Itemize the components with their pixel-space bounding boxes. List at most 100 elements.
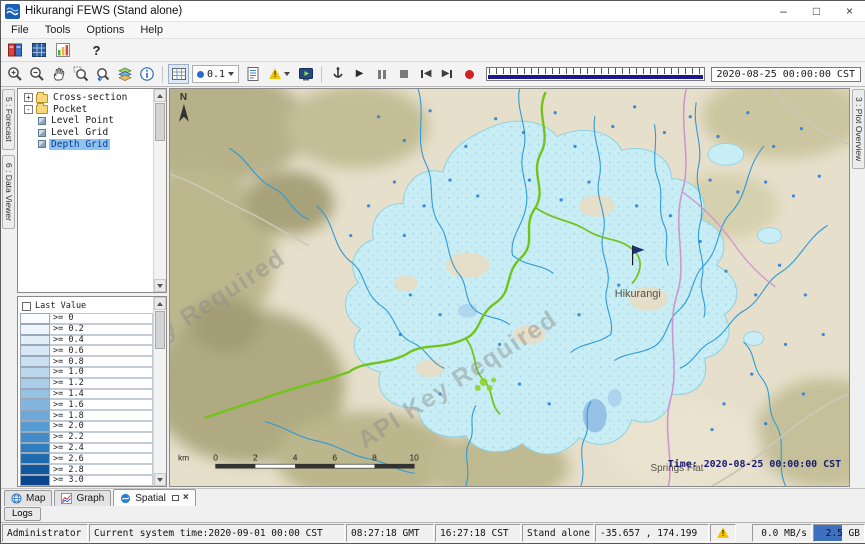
tree-expander[interactable]: +: [24, 93, 33, 102]
scroll-up-button[interactable]: [154, 297, 166, 310]
warning-dropdown[interactable]: !: [264, 64, 294, 84]
tree-item-label: Depth Grid: [49, 139, 110, 150]
menu-file[interactable]: File: [3, 23, 37, 37]
svg-text:10: 10: [410, 452, 420, 462]
legend-scrollbar[interactable]: [153, 297, 166, 486]
svg-text:N: N: [180, 92, 187, 103]
chevron-down-icon: [228, 72, 234, 76]
record-button[interactable]: [459, 64, 480, 84]
jump-to-time-button[interactable]: [327, 64, 348, 84]
tab-map[interactable]: Map: [4, 490, 52, 506]
float-tab-button[interactable]: [172, 495, 179, 501]
tree-expander[interactable]: -: [24, 105, 33, 114]
tab-spatial[interactable]: Spatial×: [113, 489, 195, 506]
window-controls: – □ ×: [767, 1, 865, 21]
legend-entry: >= 0.2: [20, 324, 153, 335]
logs-button[interactable]: Logs: [4, 507, 41, 521]
scroll-down-button[interactable]: [154, 473, 166, 486]
close-button[interactable]: ×: [833, 1, 865, 21]
legend-label: >= 1.4: [50, 389, 153, 400]
tree-item-pocket[interactable]: -Pocket: [21, 104, 153, 116]
timeline-slider[interactable]: [486, 67, 704, 81]
main-area: 5 : Forecast 6 : Data Viewer + Cross-secti…: [1, 87, 865, 488]
last-value-checkbox[interactable]: [22, 302, 31, 311]
scrollbar-track[interactable]: [154, 310, 166, 473]
tree-item-level-grid[interactable]: Level Grid: [21, 127, 153, 139]
legend-label: >= 0.2: [50, 324, 153, 335]
scrollbar-thumb[interactable]: [155, 311, 165, 349]
database-icon[interactable]: [4, 40, 25, 60]
step-forward-button[interactable]: ▶: [437, 64, 458, 84]
map-time-label: Time: 2020-08-25 00:00:00 CST: [668, 458, 841, 470]
scroll-down-button[interactable]: [154, 279, 166, 292]
animation-export-button[interactable]: [295, 64, 316, 84]
minimize-button[interactable]: –: [767, 1, 800, 21]
map-canvas[interactable]: Hikurangi Springs Flat API Key Required …: [170, 89, 849, 486]
menu-tools[interactable]: Tools: [37, 23, 79, 37]
spatial-icon: [120, 493, 131, 504]
tree-item-label: Cross-section: [51, 92, 129, 103]
legend-swatch: [20, 421, 50, 432]
folder-icon: [36, 105, 48, 114]
tree-item-level-point[interactable]: Level Point: [21, 115, 153, 127]
app-window: Hikurangi FEWS (Stand alone) – □ × FileT…: [0, 0, 865, 544]
tree-item-depth-grid[interactable]: Depth Grid: [21, 138, 153, 150]
status-warning-icon: !: [716, 527, 730, 539]
grid-data-icon[interactable]: [28, 40, 49, 60]
layers-button[interactable]: [114, 64, 135, 84]
scroll-up-button[interactable]: [154, 89, 166, 102]
menu-options[interactable]: Options: [78, 23, 132, 37]
legend-label: >= 1.6: [50, 399, 153, 410]
arrow-up-icon: [157, 94, 163, 98]
close-tab-button[interactable]: ×: [183, 493, 189, 503]
chart-display-icon[interactable]: [52, 40, 73, 60]
legend-swatch: [20, 335, 50, 346]
zoom-in-button[interactable]: [4, 64, 25, 84]
map-view[interactable]: Hikurangi Springs Flat API Key Required …: [169, 88, 850, 487]
help-button[interactable]: ?: [86, 40, 107, 60]
pause-button[interactable]: [371, 64, 392, 84]
legend-title: Last Value: [35, 301, 86, 311]
zoom-box-button[interactable]: [70, 64, 91, 84]
left-dock-tab-2[interactable]: 6 : Data Viewer: [2, 155, 15, 229]
legend-entry: >= 1.6: [20, 399, 153, 410]
legend-entry: >= 3.0: [20, 475, 153, 486]
scrollbar-track[interactable]: [154, 102, 166, 279]
zoom-out-button[interactable]: [26, 64, 47, 84]
grid-value-icon: [197, 71, 204, 78]
scrollbar-thumb[interactable]: [155, 103, 165, 141]
indent-spacer: [21, 132, 35, 133]
info-button[interactable]: [136, 64, 157, 84]
arrow-up-icon: [157, 302, 163, 306]
status-gmt-time: 08:27:18 GMT: [346, 524, 434, 542]
status-download-speed: 0.0 MB/s: [752, 524, 812, 542]
left-dock-tab-1[interactable]: 5 : Forecast: [2, 89, 15, 150]
right-dock-tab-1[interactable]: 3 : Plot Overview: [852, 89, 865, 169]
zoom-previous-button[interactable]: [92, 64, 113, 84]
legend-entry: >= 1.8: [20, 410, 153, 421]
tree-scrollbar[interactable]: [153, 89, 166, 292]
legend-label: >= 2.0: [50, 421, 153, 432]
record-icon: [465, 70, 474, 79]
indent-spacer: [21, 144, 35, 145]
status-user: Administrator: [2, 524, 88, 542]
profile-button[interactable]: [242, 64, 263, 84]
legend-swatch: [20, 345, 50, 356]
pan-button[interactable]: [48, 64, 69, 84]
tab-label: Map: [26, 493, 45, 504]
memory-label: 2.5 GB: [826, 528, 860, 539]
step-back-button[interactable]: ◀: [415, 64, 436, 84]
grid-classify-combo[interactable]: 0.1: [192, 65, 239, 83]
legend-swatch: [20, 432, 50, 443]
tree-item-cross-section[interactable]: + Cross-section: [21, 92, 153, 104]
bottom-tab-bar: Map GraphSpatial×: [1, 488, 865, 506]
play-button[interactable]: ▶: [349, 64, 370, 84]
maximize-button[interactable]: □: [800, 1, 833, 21]
legend-entry: >= 0: [20, 313, 153, 324]
tab-graph[interactable]: Graph: [54, 490, 111, 506]
menu-help[interactable]: Help: [132, 23, 171, 37]
stop-button[interactable]: [393, 64, 414, 84]
legend-entry: >= 2.2: [20, 432, 153, 443]
grid-display-button[interactable]: [168, 64, 189, 84]
legend-label: >= 3.0: [50, 475, 153, 486]
